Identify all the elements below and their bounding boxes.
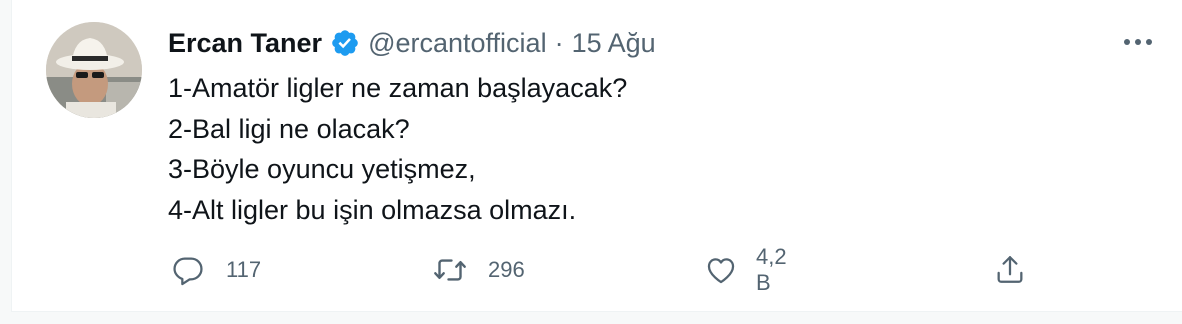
tweet-line: 3-Böyle oyuncu yetişmez,: [168, 154, 476, 184]
retweet-count: 296: [488, 257, 525, 282]
reply-count: 117: [226, 257, 262, 282]
tweet-line: 4-Alt ligler bu işin olmazsa olmazı.: [168, 194, 577, 225]
avatar-image: [46, 22, 142, 118]
avatar[interactable]: [46, 22, 142, 118]
retweet-icon: [430, 250, 470, 290]
tweet-date[interactable]: 15 Ağu: [572, 28, 656, 59]
verified-badge-icon: [330, 28, 360, 58]
share-button[interactable]: [990, 250, 1030, 290]
tweet-line: 1-Amatör ligler ne zaman başlayacak?: [168, 73, 628, 103]
author-name[interactable]: Ercan Taner: [168, 28, 322, 59]
more-options-icon[interactable]: [1120, 30, 1156, 54]
reply-icon: [168, 250, 208, 290]
like-button[interactable]: 4,2 B: [704, 244, 793, 295]
reply-button[interactable]: 117: [168, 250, 261, 290]
share-icon: [990, 250, 1030, 290]
author-handle[interactable]: @ercantofficial: [368, 28, 547, 59]
retweet-button[interactable]: 296: [430, 250, 525, 290]
tweet-text: 1-Amatör ligler ne zaman başlayacak? 2-B…: [168, 68, 627, 230]
heart-icon: [704, 250, 738, 290]
tweet-header: Ercan Taner @ercantofficial · 15 Ağu: [168, 26, 656, 60]
tweet-line: 2-Bal ligi ne olacak?: [168, 113, 410, 144]
tweet-card[interactable]: Ercan Taner @ercantofficial · 15 Ağu 1-A…: [11, 0, 1182, 312]
separator-dot: ·: [554, 27, 564, 58]
like-count: 4,2 B: [756, 244, 787, 295]
